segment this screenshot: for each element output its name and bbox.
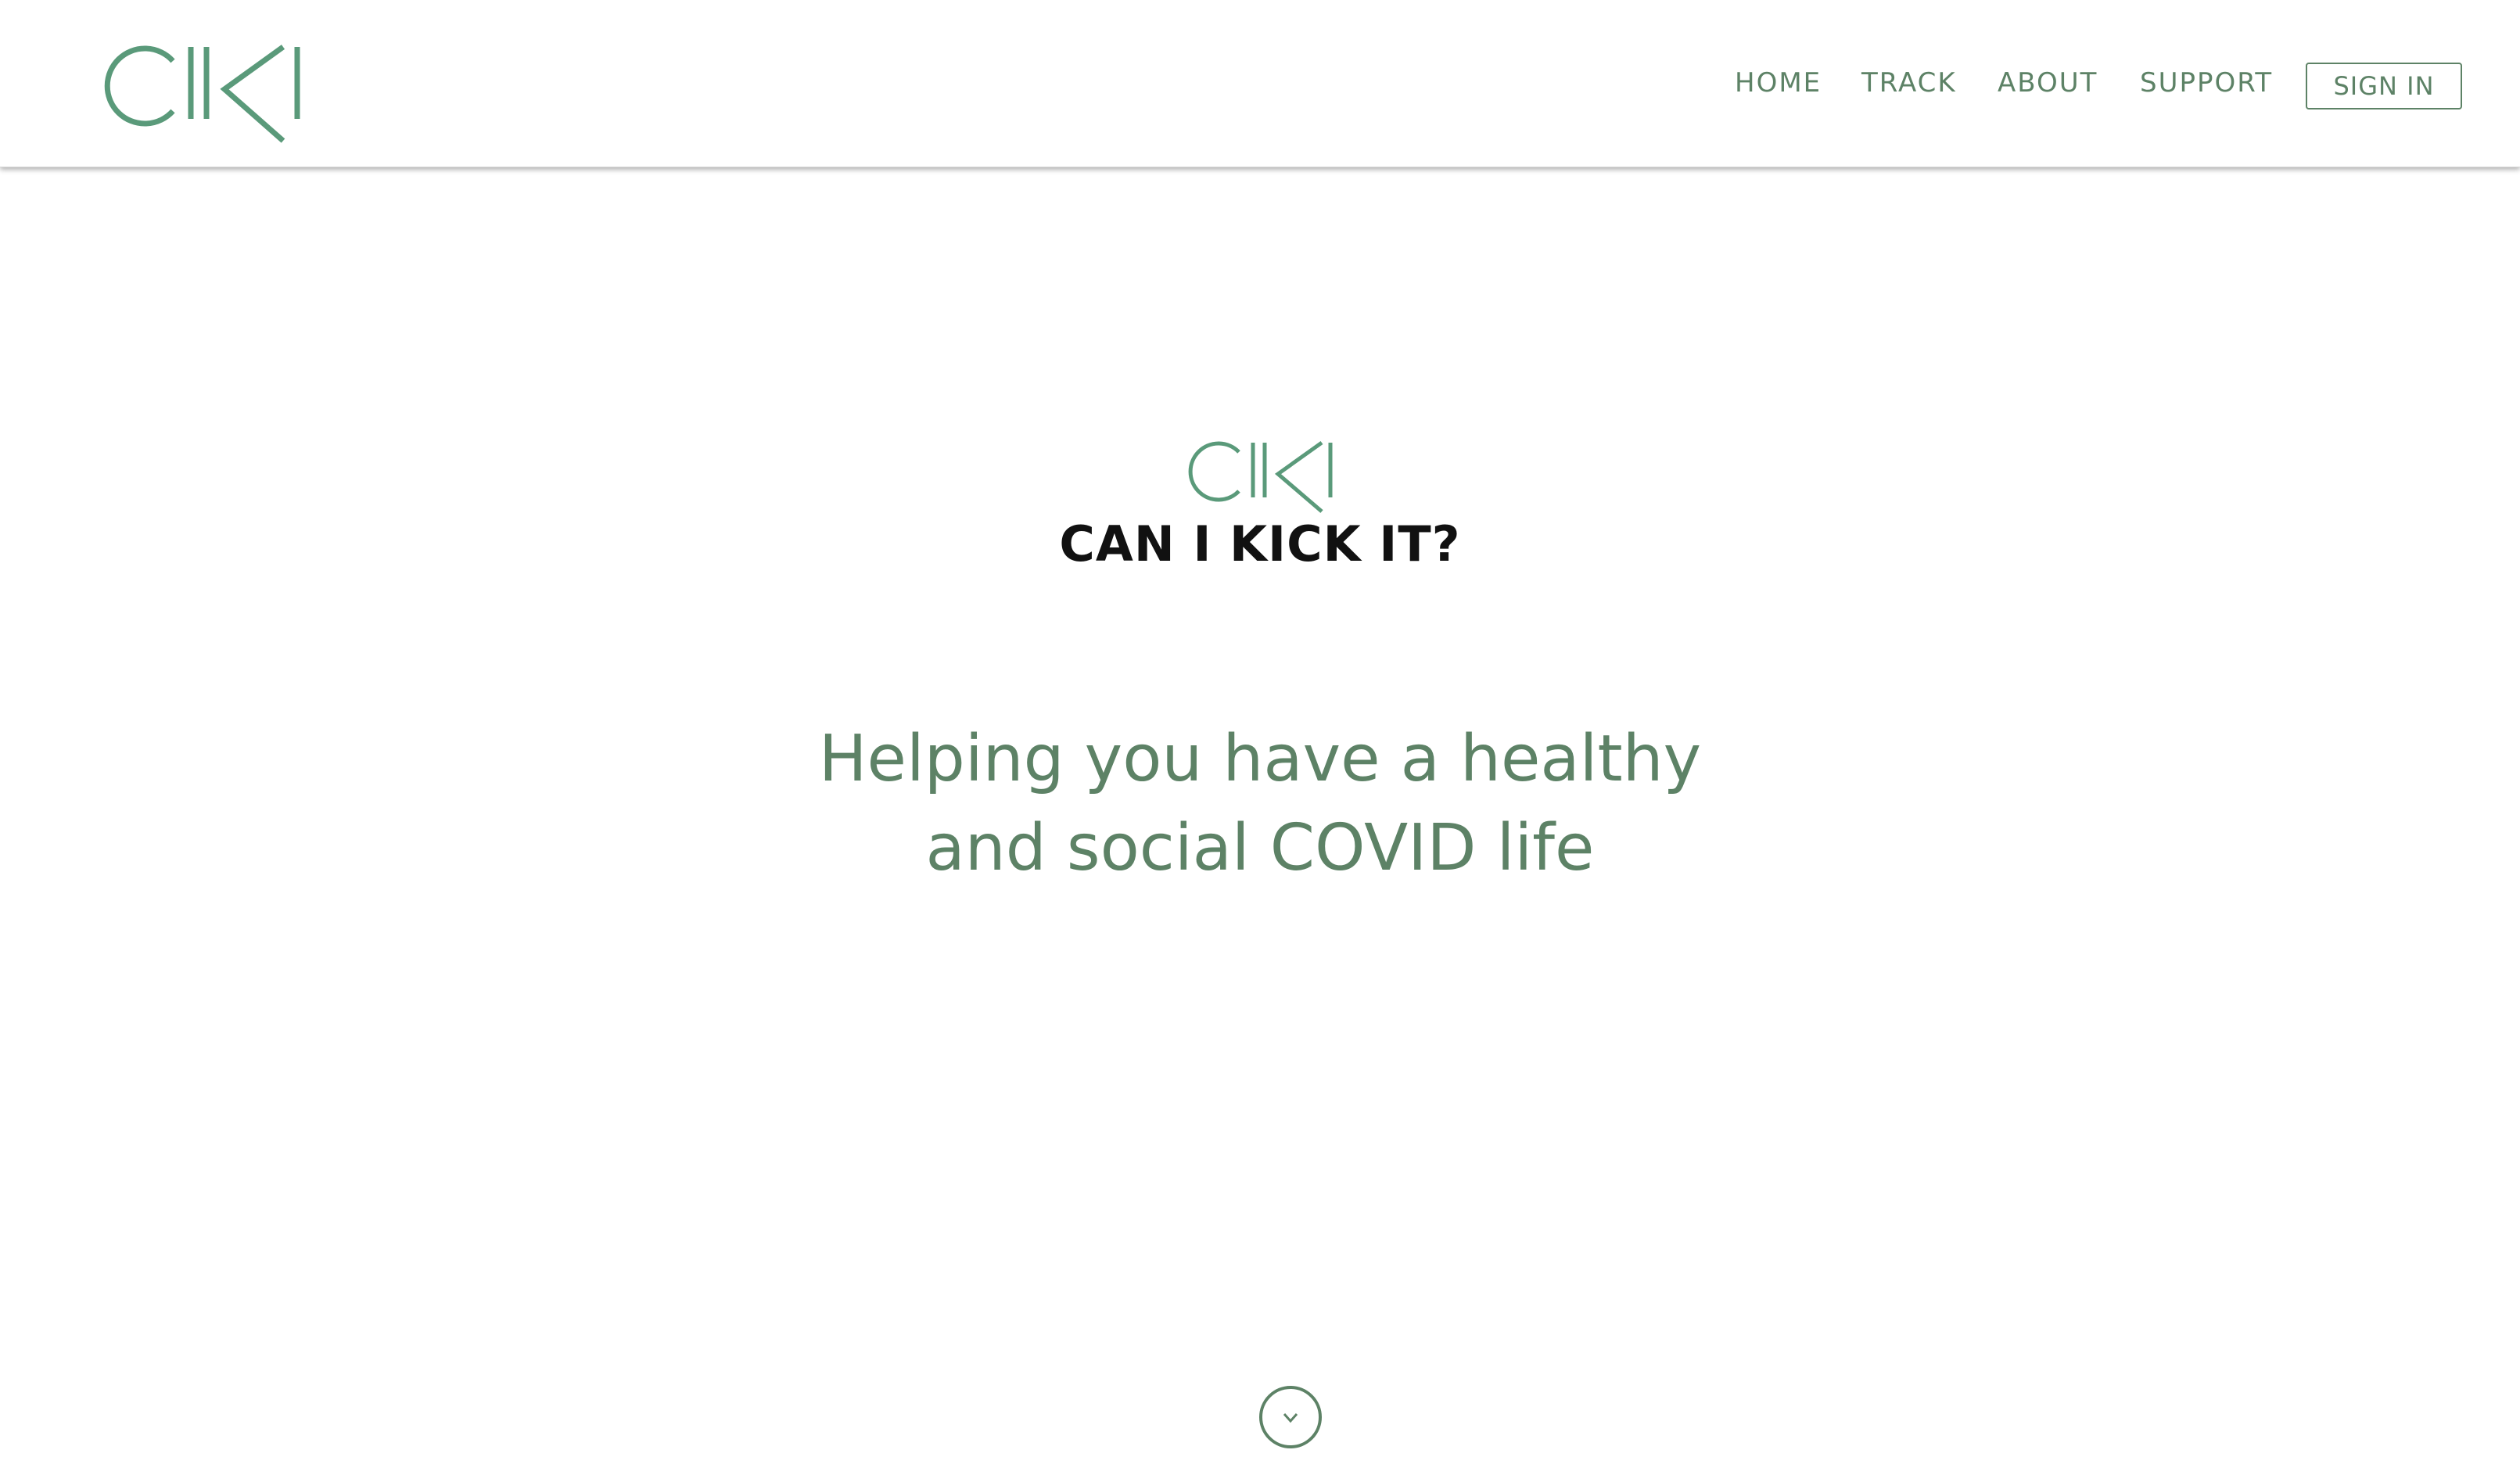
nav-support-link[interactable]: SUPPORT: [2140, 67, 2273, 99]
hero-title: CAN I KICK IT?: [1059, 515, 1461, 572]
ciki-logo-icon: [1186, 436, 1334, 515]
scroll-down-button[interactable]: [1259, 1386, 1322, 1448]
tagline-line-2: and social COVID life: [925, 811, 1595, 885]
nav-about-link[interactable]: ABOUT: [1998, 67, 2098, 99]
tagline-line-1: Helping you have a healthy: [818, 722, 1702, 796]
hero-tagline: Helping you have a healthy and social CO…: [0, 715, 2520, 893]
chevron-down-icon: [1283, 1413, 1298, 1423]
hero-section: CAN I KICK IT? Helping you have a health…: [0, 167, 2520, 1475]
site-header: HOME TRACK ABOUT SUPPORT SIGN IN: [0, 0, 2520, 167]
sign-in-button[interactable]: SIGN IN: [2306, 63, 2462, 109]
main-nav: HOME TRACK ABOUT SUPPORT SIGN IN: [1628, 0, 2520, 167]
ciki-logo-icon[interactable]: [100, 39, 300, 145]
nav-track-link[interactable]: TRACK: [1861, 67, 1957, 99]
nav-home-link[interactable]: HOME: [1735, 67, 1822, 99]
